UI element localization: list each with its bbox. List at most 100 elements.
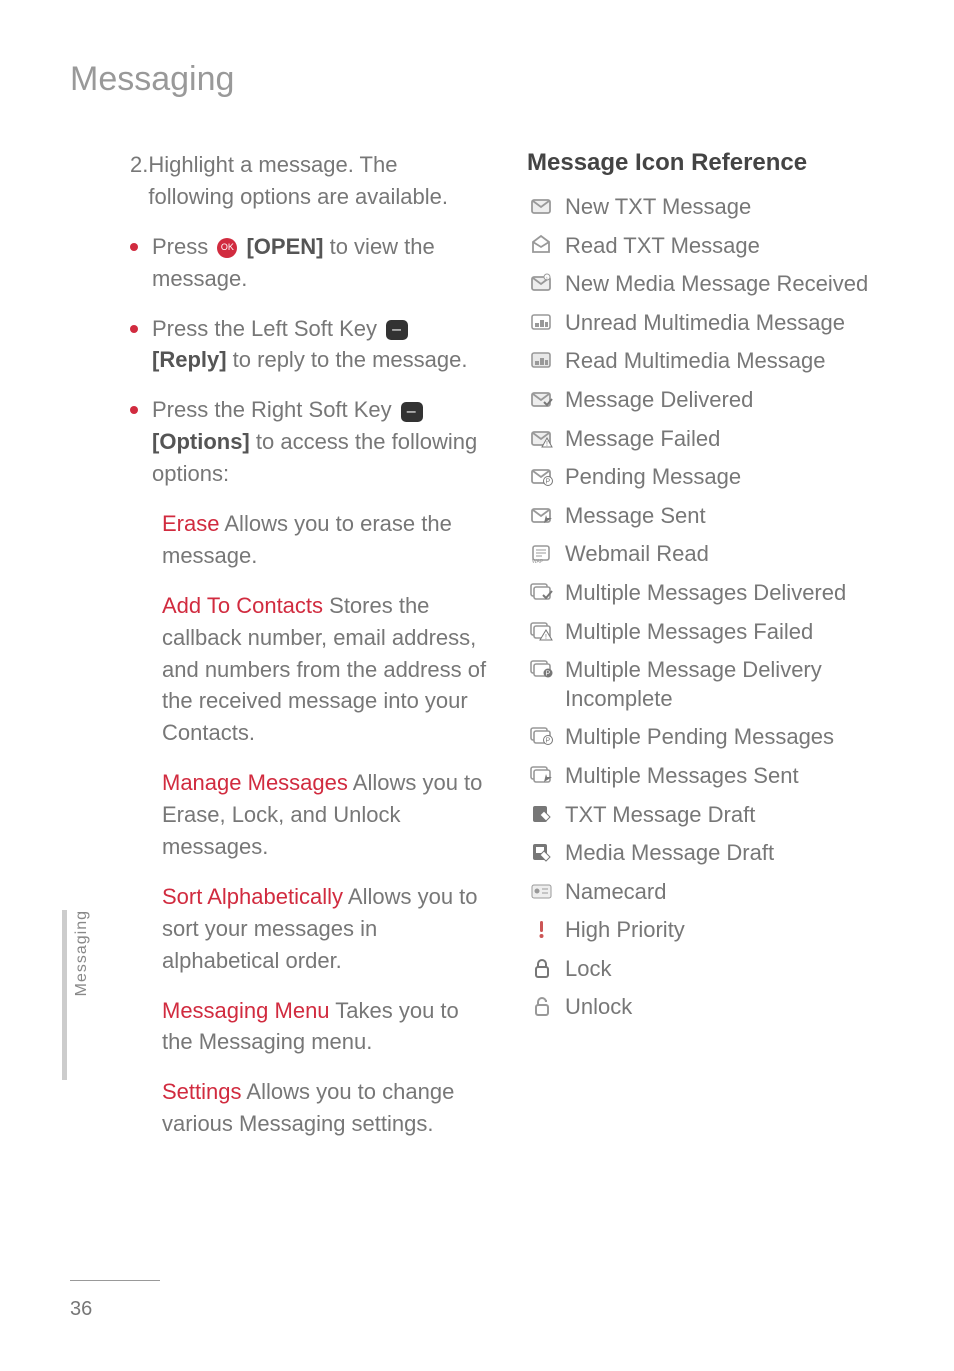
namecard-icon bbox=[527, 878, 557, 902]
icon-reference-label: Unread Multimedia Message bbox=[557, 309, 884, 338]
multi-pending-icon: P bbox=[527, 723, 557, 747]
envelope-closed-icon bbox=[527, 193, 557, 217]
bullet-dot-icon bbox=[130, 325, 138, 333]
icon-reference-row: TXT Message Draft bbox=[527, 801, 884, 830]
svg-text:P: P bbox=[546, 479, 551, 486]
icon-reference-row: Multiple Messages Delivered bbox=[527, 579, 884, 608]
icon-reference-row: Unread Multimedia Message bbox=[527, 309, 884, 338]
step-text: Highlight a message. The following optio… bbox=[148, 149, 487, 213]
definition-term: Erase bbox=[162, 511, 219, 536]
picture-read-icon bbox=[527, 347, 557, 371]
svg-text:♪: ♪ bbox=[545, 276, 548, 282]
icon-reference-row: P Pending Message bbox=[527, 463, 884, 492]
bullet-text: Press OK [OPEN] to view the message. bbox=[152, 231, 487, 295]
icon-reference-row: P Multiple Pending Messages bbox=[527, 723, 884, 752]
picture-unread-icon bbox=[527, 309, 557, 333]
icon-reference-row: Media Message Draft bbox=[527, 839, 884, 868]
icon-reference-label: Multiple Messages Failed bbox=[557, 618, 884, 647]
svg-text:!: ! bbox=[545, 634, 547, 641]
envelope-check-icon bbox=[527, 386, 557, 410]
bullet-item: Press OK [OPEN] to view the message. bbox=[130, 231, 487, 295]
icon-reference-label: Webmail Read bbox=[557, 540, 884, 569]
bullet-item: Press the Left Soft Key [Reply] to reply… bbox=[130, 313, 487, 377]
icon-reference-label: Namecard bbox=[557, 878, 884, 907]
lock-open-icon bbox=[527, 993, 557, 1017]
icon-reference-label: Media Message Draft bbox=[557, 839, 884, 868]
icon-reference-label: Pending Message bbox=[557, 463, 884, 492]
definition-item: Erase Allows you to erase the message. bbox=[130, 508, 487, 572]
definition-item: Add To Contacts Stores the callback numb… bbox=[130, 590, 487, 749]
multi-check-icon bbox=[527, 579, 557, 603]
icon-reference-row: Read Multimedia Message bbox=[527, 347, 884, 376]
icon-reference-row: New TXT Message bbox=[527, 193, 884, 222]
icon-reference-row: Message Sent bbox=[527, 502, 884, 531]
icon-reference-label: Multiple Messages Delivered bbox=[557, 579, 884, 608]
icon-reference-row: Read TXT Message bbox=[527, 232, 884, 261]
draft-media-icon bbox=[527, 839, 557, 863]
icon-reference-label: TXT Message Draft bbox=[557, 801, 884, 830]
icon-reference-row: Lock bbox=[527, 955, 884, 984]
icon-reference-row: ! Multiple Messages Failed bbox=[527, 618, 884, 647]
definition-term: Messaging Menu bbox=[162, 998, 330, 1023]
icon-reference-label: Read Multimedia Message bbox=[557, 347, 884, 376]
envelope-open-icon bbox=[527, 232, 557, 256]
icon-reference-label: Multiple Message Delivery Incomplete bbox=[557, 656, 884, 713]
svg-text:WAP: WAP bbox=[532, 559, 544, 564]
lock-closed-icon bbox=[527, 955, 557, 979]
side-tab: Messaging bbox=[62, 910, 86, 1080]
definition-term: Sort Alphabetically bbox=[162, 884, 343, 909]
step-item: 2. Highlight a message. The following op… bbox=[130, 149, 487, 213]
envelope-music-icon: ♪ bbox=[527, 270, 557, 294]
envelope-warn-icon: ! bbox=[527, 425, 557, 449]
icon-reference-label: Message Sent bbox=[557, 502, 884, 531]
icon-reference-label: Multiple Messages Sent bbox=[557, 762, 884, 791]
bullet-item: Press the Right Soft Key [Options] to ac… bbox=[130, 394, 487, 490]
icon-reference-row: High Priority bbox=[527, 916, 884, 945]
icon-reference-row: ! Message Failed bbox=[527, 425, 884, 454]
icon-reference-label: Unlock bbox=[557, 993, 884, 1022]
multi-pending-dark-icon: P bbox=[527, 656, 557, 680]
bullet-text: Press the Right Soft Key [Options] to ac… bbox=[152, 394, 487, 490]
svg-text:P: P bbox=[546, 738, 551, 745]
multi-warn-icon: ! bbox=[527, 618, 557, 642]
draft-txt-icon bbox=[527, 801, 557, 825]
icon-reference-label: High Priority bbox=[557, 916, 884, 945]
icon-reference-label: New Media Message Received bbox=[557, 270, 884, 299]
envelope-pending-icon: P bbox=[527, 463, 557, 487]
icon-reference-heading: Message Icon Reference bbox=[527, 149, 884, 177]
definition-term: Manage Messages bbox=[162, 770, 348, 795]
svg-text:!: ! bbox=[546, 441, 548, 448]
icon-reference-label: Multiple Pending Messages bbox=[557, 723, 884, 752]
multi-sent-icon bbox=[527, 762, 557, 786]
softkey-icon bbox=[386, 320, 408, 340]
bullet-dot-icon bbox=[130, 243, 138, 251]
right-column: Message Icon Reference New TXT Message Re… bbox=[527, 149, 884, 1158]
icon-reference-label: Read TXT Message bbox=[557, 232, 884, 261]
icon-reference-row: P Multiple Message Delivery Incomplete bbox=[527, 656, 884, 713]
icon-reference-row: WAP Webmail Read bbox=[527, 540, 884, 569]
bullet-text: Press the Left Soft Key [Reply] to reply… bbox=[152, 313, 487, 377]
icon-reference-row: Namecard bbox=[527, 878, 884, 907]
bullet-dot-icon bbox=[130, 406, 138, 414]
icon-reference-row: Message Delivered bbox=[527, 386, 884, 415]
svg-text:P: P bbox=[546, 671, 551, 678]
page-number: 36 bbox=[70, 1298, 92, 1321]
icon-reference-row: ♪ New Media Message Received bbox=[527, 270, 884, 299]
definition-item: Sort Alphabetically Allows you to sort y… bbox=[130, 881, 487, 977]
webmail-icon: WAP bbox=[527, 540, 557, 564]
icon-reference-row: Unlock bbox=[527, 993, 884, 1022]
definition-term: Add To Contacts bbox=[162, 593, 323, 618]
definition-term: Settings bbox=[162, 1079, 242, 1104]
envelope-sent-icon bbox=[527, 502, 557, 526]
ok-icon: OK bbox=[217, 238, 237, 258]
step-number: 2. bbox=[130, 149, 148, 213]
left-column: 2. Highlight a message. The following op… bbox=[70, 149, 487, 1158]
page-title: Messaging bbox=[70, 60, 884, 99]
definition-item: Manage Messages Allows you to Erase, Loc… bbox=[130, 767, 487, 863]
priority-icon bbox=[527, 916, 557, 940]
definition-item: Messaging Menu Takes you to the Messagin… bbox=[130, 995, 487, 1059]
softkey-icon bbox=[401, 402, 423, 422]
icon-reference-label: Lock bbox=[557, 955, 884, 984]
icon-reference-row: Multiple Messages Sent bbox=[527, 762, 884, 791]
icon-reference-label: Message Failed bbox=[557, 425, 884, 454]
